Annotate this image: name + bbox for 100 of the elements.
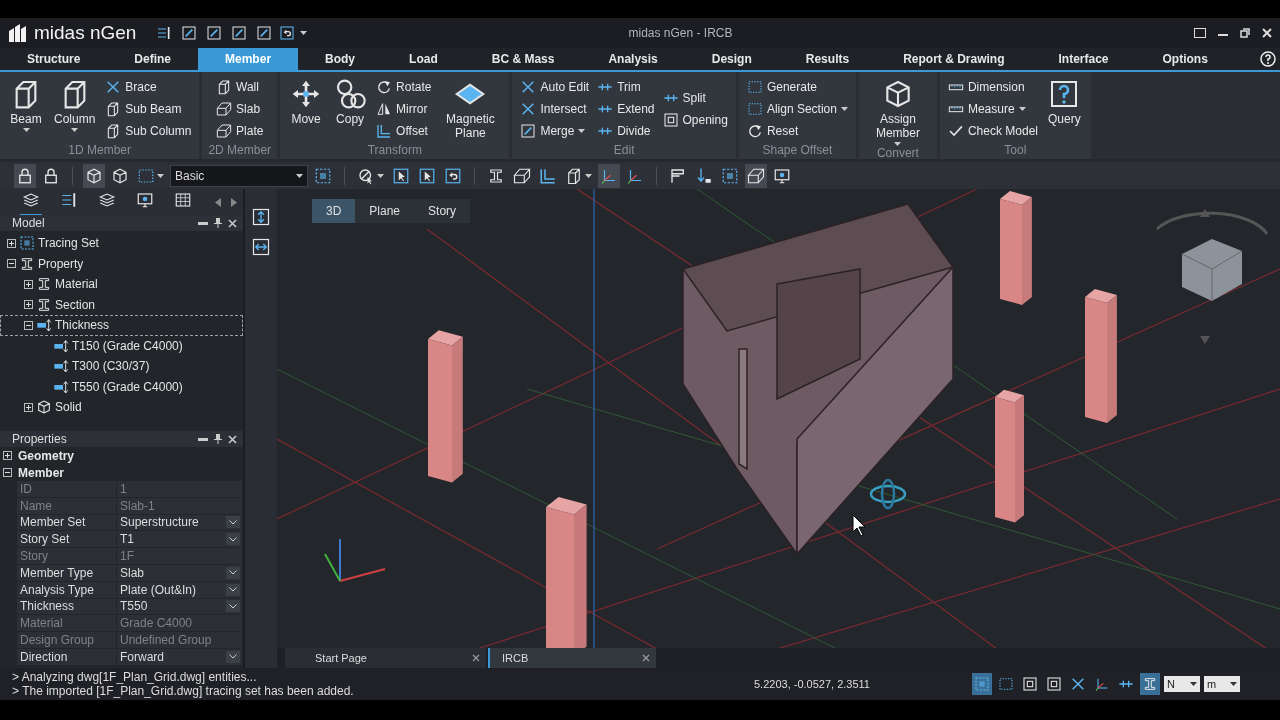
menu-tab[interactable]: Interface [1031,48,1136,70]
force-unit-dropdown[interactable]: N [1164,676,1200,692]
ribbon-button[interactable]: Magnetic Plane [437,74,504,143]
ribbon-button[interactable]: Move [286,74,327,143]
tree-item[interactable]: Solid [0,397,243,418]
menu-tab[interactable]: Load [382,48,465,70]
ribbon-button[interactable]: Sub Beam [103,98,194,119]
property-value[interactable]: T1 [117,531,243,549]
cursor-icon [418,166,436,185]
scroll-left-icon[interactable] [215,197,221,207]
view-tab[interactable]: 3D [312,199,356,223]
expand-icon[interactable] [24,279,33,289]
ribbon-button[interactable]: Opening [660,109,730,130]
close-icon[interactable] [228,218,237,228]
tree-item[interactable]: Thickness [0,315,243,336]
view-filter-dropdown[interactable]: Basic [170,164,308,187]
expand-icon[interactable] [24,300,33,310]
length-unit-dropdown[interactable]: m [1204,676,1240,692]
tree-item[interactable]: Material [0,274,243,295]
dropdown-button[interactable] [226,650,240,663]
ribbon-button[interactable]: Column [50,74,100,143]
pin-icon[interactable] [214,218,222,228]
dropdown-button[interactable] [226,533,240,546]
ibeam-icon [487,166,505,185]
view-tab[interactable]: Story [414,199,471,223]
restore-icon[interactable] [1194,28,1206,38]
ribbon-button[interactable]: Brace [103,76,194,97]
menu-tab[interactable]: Define [107,48,199,70]
ribbon-button[interactable]: Divide [595,120,657,141]
document-tab[interactable]: Start Page [285,648,486,668]
tree-item[interactable]: T550 (Grade C4000) [0,376,243,397]
view-cube-drawing[interactable] [1156,209,1269,344]
ribbon-button[interactable]: Merge [518,120,592,141]
cross-icon [1070,676,1086,692]
ribbon-button[interactable]: Intersect [518,98,592,119]
view-tab[interactable]: Plane [355,199,415,223]
toolbar-button[interactable] [83,163,105,188]
toolbar-button[interactable] [14,163,36,188]
ribbon-button[interactable]: Extend [595,98,657,119]
ribbon-button[interactable]: Assign Member [864,74,931,146]
collapse-icon[interactable] [3,468,12,477]
collapse-icon[interactable] [24,320,33,330]
ribbon-button[interactable]: Dimension [945,76,1040,97]
tree-item[interactable]: Section [0,294,243,315]
scroll-right-icon[interactable] [231,197,237,207]
minimize-icon[interactable] [198,219,208,227]
tree-item[interactable]: Tracing Set [0,233,243,254]
ribbon-button[interactable]: Auto Edit [518,76,592,97]
collapse-icon[interactable] [7,259,16,269]
tab-label[interactable]: Start Page [315,652,367,664]
ribbon-button[interactable]: Rotate [374,76,434,97]
ribbon-button[interactable]: Slab [214,98,266,119]
property-group[interactable]: Geometry [0,447,243,464]
menu-tab[interactable]: BC & Mass [464,48,582,70]
ribbon-button[interactable]: Query [1043,74,1085,143]
tree-item[interactable]: Property [0,253,243,274]
ribbon-button[interactable]: Sub Column [103,120,194,141]
ribbon-button[interactable]: Wall [214,76,266,97]
ribbon-button[interactable]: Offset [374,120,434,141]
ribbon-button[interactable]: Beam [6,74,46,143]
help-icon[interactable] [1260,51,1276,67]
menu-tab[interactable]: Options [1135,48,1235,70]
expand-icon[interactable] [24,402,33,412]
ribbon-button[interactable]: Plate [214,120,266,141]
expand-icon[interactable] [3,451,12,460]
tree-item[interactable]: T300 (C30/37) [0,356,243,377]
ribbon-button[interactable]: Measure [945,98,1040,119]
ribbon-button[interactable]: Trim [595,76,657,97]
rotate-gizmo-icon[interactable] [869,478,907,510]
menu-tab[interactable]: Body [298,48,383,70]
dropdown-button[interactable] [226,600,240,613]
group-label: Tool [1003,143,1028,159]
dropdown-button[interactable] [226,583,240,596]
ribbon-button[interactable]: Generate [744,76,850,97]
maximize-icon[interactable] [1240,28,1250,38]
ribbon-button[interactable]: Reset [744,120,850,141]
toolbar-button[interactable] [745,163,767,188]
close-icon[interactable] [228,434,237,444]
dropdown-button[interactable] [226,516,240,529]
ribbon-button[interactable]: Align Section [744,98,850,119]
minimize-icon[interactable] [198,435,208,443]
menu-tab[interactable]: Results [778,48,877,70]
tab-label[interactable]: IRCB [502,652,529,664]
chevron-icon [229,536,237,542]
ribbon-button[interactable]: Mirror [374,98,434,119]
menu-tab[interactable]: Report & Drawing [876,48,1032,70]
menu-tab[interactable]: Design [684,48,779,70]
document-tab[interactable]: IRCB [488,648,656,668]
menu-tab[interactable]: Structure [0,48,108,70]
toolbar-button[interactable] [598,163,620,188]
ribbon-button[interactable]: Check Model [945,120,1040,141]
menu-tab[interactable]: Analysis [581,48,685,70]
ribbon-button[interactable]: Split [660,87,730,108]
pin-icon[interactable] [214,434,222,444]
tree-item[interactable]: T150 (Grade C4000) [0,335,243,356]
dropdown-button[interactable] [226,566,240,579]
ribbon-button[interactable]: Copy [330,74,371,143]
property-group[interactable]: Member [0,464,243,481]
cross-icon [105,78,122,95]
expand-icon[interactable] [7,238,16,248]
